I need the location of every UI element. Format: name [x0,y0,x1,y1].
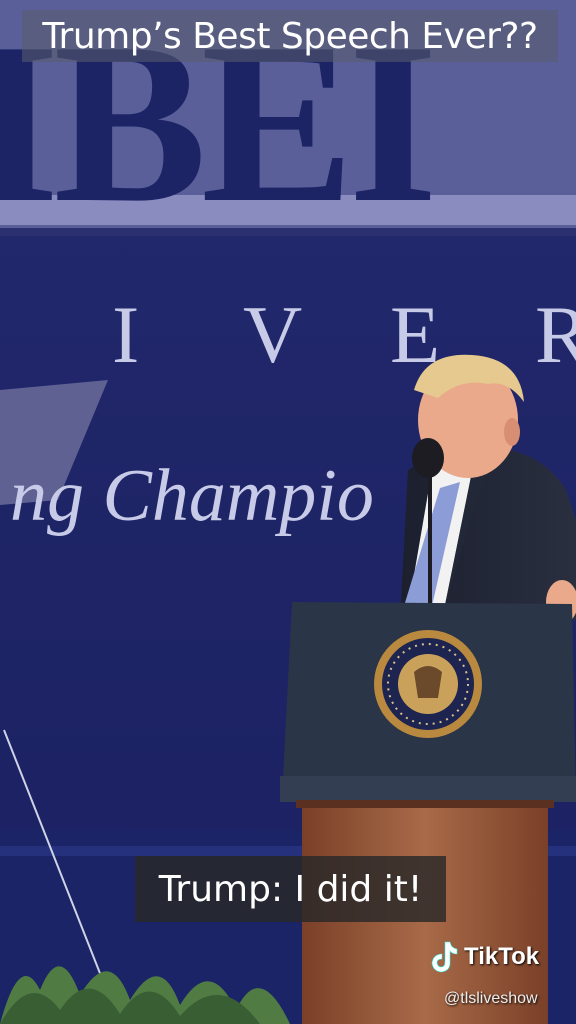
speaker-ear [504,418,520,446]
microphone-stand [428,470,432,610]
tiktok-watermark: TikTok [428,940,539,974]
creator-handle: @tlsliveshow [444,990,538,1007]
video-title: Trump’s Best Speech Ever?? [42,15,538,57]
banner-letter-v: V [243,289,302,380]
banner-letter-r: R [535,289,576,380]
podium-lip [280,776,576,802]
tiktok-brand: TikTok [464,943,540,970]
video-frame[interactable]: IBEI I V E R ng Champio Trump’s Best Spe… [0,0,576,1024]
podium-trim [296,800,554,808]
tiktok-note-icon [431,941,458,973]
video-title-banner: Trump’s Best Speech Ever?? [22,10,558,62]
seal-eagle [414,666,442,698]
banner-letter-i: I [112,289,139,380]
subtitle-caption: Trump: I did it! [135,856,446,922]
banner-script-text: ng Champio [10,455,374,537]
subtitle-text: Trump: I did it! [158,868,423,910]
